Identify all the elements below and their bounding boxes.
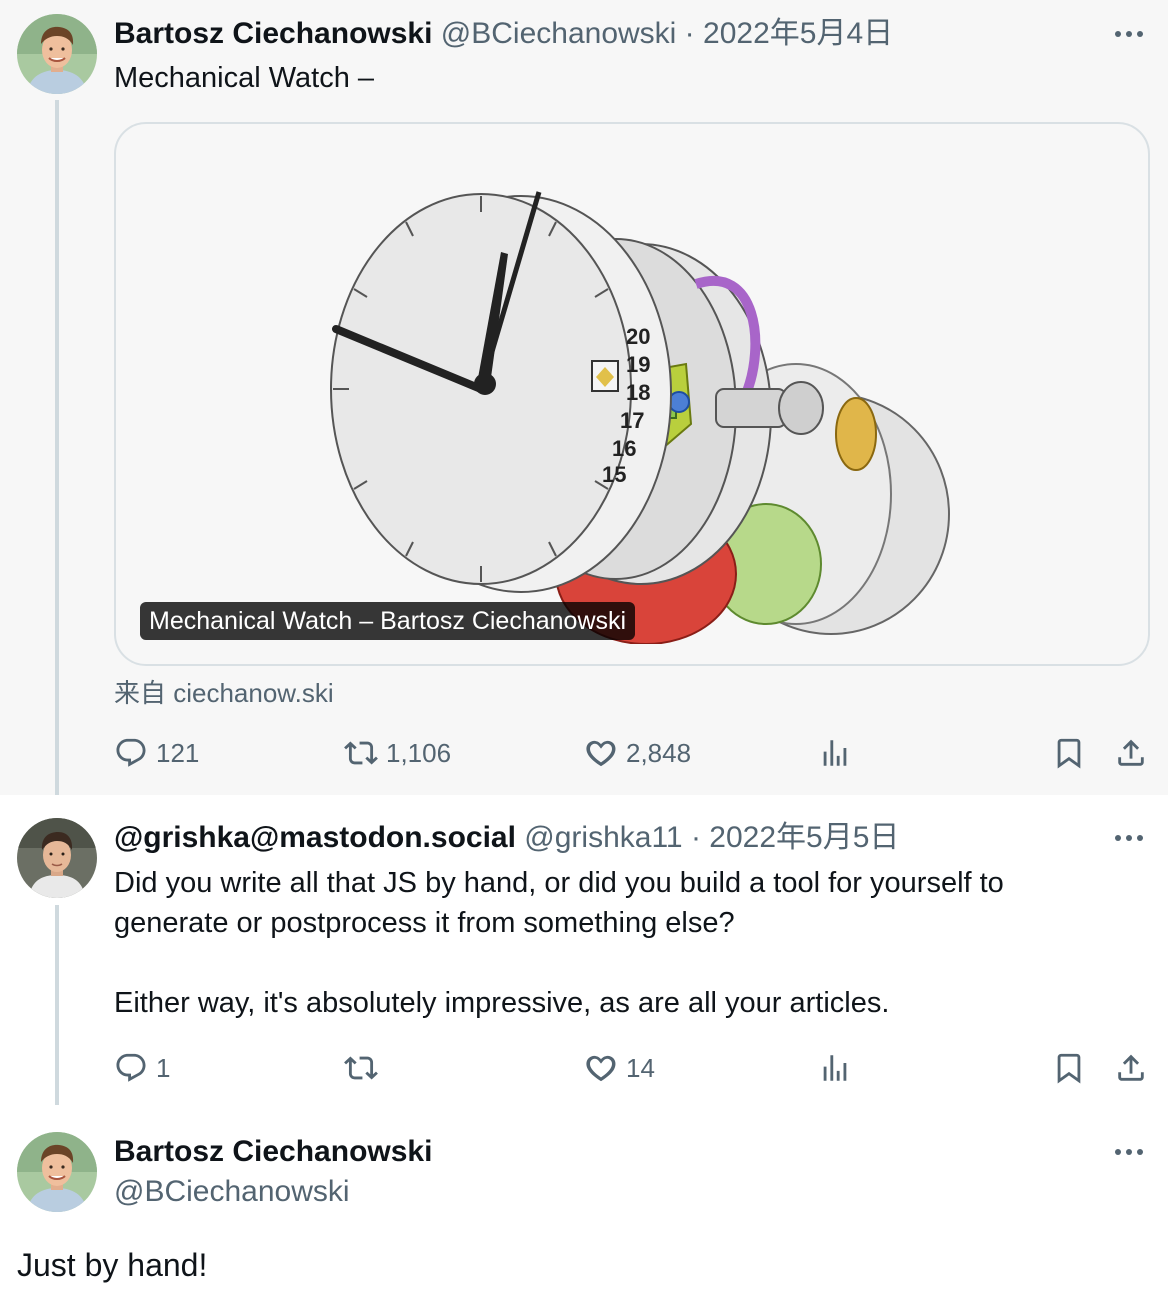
svg-text:15: 15 [602,462,626,487]
svg-text:20: 20 [626,324,650,349]
timestamp[interactable]: 2022年5月4日 [703,17,893,50]
reply-icon [114,736,148,770]
author-name-row: Bartosz Ciechanowski [114,1134,432,1170]
bookmark-icon [1052,736,1086,770]
link-card[interactable]: 20 19 18 17 16 15 Mechanical Watch – Bar… [114,122,1150,666]
views-button[interactable] [818,1048,852,1088]
focused-tweet: Bartosz Ciechanowski @BCiechanowski · 20… [0,0,1168,808]
author-handle-row: @BCiechanowski [114,1174,350,1210]
reply-button[interactable]: 1 [114,1048,170,1088]
tweet-header: @grishka@mastodon.social @grishka11 · 20… [114,820,899,856]
svg-text:19: 19 [626,352,650,377]
like-button[interactable]: 14 [584,1048,655,1088]
tweet-header: Bartosz Ciechanowski @BCiechanowski · 20… [114,16,893,52]
analytics-icon [818,736,852,770]
share-button[interactable] [1114,1048,1148,1088]
like-button[interactable]: 2,848 [584,733,691,773]
more-icon[interactable] [1112,24,1146,44]
timestamp[interactable]: 2022年5月5日 [709,821,899,854]
author-name[interactable]: @grishka@mastodon.social [114,821,516,854]
author-name[interactable]: Bartosz Ciechanowski [114,1135,432,1168]
bookmark-icon [1052,1051,1086,1085]
heart-icon [584,1051,618,1085]
avatar[interactable] [17,14,97,94]
like-count: 14 [626,1052,655,1083]
tweet-text: Did you write all that JS by hand, or di… [114,867,1004,1019]
separator: · [684,17,695,50]
avatar[interactable] [17,1132,97,1212]
more-icon[interactable] [1112,828,1146,848]
reply-button[interactable]: 121 [114,733,199,773]
author-name[interactable]: Bartosz Ciechanowski [114,17,432,50]
reply-tweet[interactable]: Bartosz Ciechanowski @BCiechanowski Just… [0,1105,1168,1308]
card-source[interactable]: 来自 ciechanow.ski [114,676,334,710]
watch-illustration: 20 19 18 17 16 15 [330,191,950,644]
retweet-icon [344,736,378,770]
tweet-text: Mechanical Watch – [114,62,375,94]
share-icon [1114,1051,1148,1085]
separator: · [690,821,701,854]
svg-text:16: 16 [612,436,636,461]
svg-text:18: 18 [626,380,650,405]
thread-line [55,100,59,808]
heart-icon [584,736,618,770]
thread-line [55,905,59,1115]
retweet-button[interactable]: 1,106 [344,733,451,773]
author-handle[interactable]: @BCiechanowski [441,17,677,50]
like-count: 2,848 [626,737,692,768]
tweet-text: Just by hand! [17,1247,208,1283]
retweet-icon [344,1051,378,1085]
reply-icon [114,1051,148,1085]
card-title: Mechanical Watch – Bartosz Ciechanowski [140,602,636,640]
action-bar: 121 1,106 2,848 [114,733,1154,773]
reply-count: 1 [156,1052,171,1083]
analytics-icon [818,1051,852,1085]
avatar[interactable] [17,818,97,898]
share-button[interactable] [1114,733,1148,773]
views-button[interactable] [818,733,852,773]
retweet-button[interactable] [344,1048,386,1088]
action-bar: 1 14 [114,1048,1154,1088]
more-icon[interactable] [1112,1142,1146,1162]
bookmark-button[interactable] [1052,1048,1086,1088]
reply-count: 121 [156,737,200,768]
author-handle[interactable]: @BCiechanowski [114,1175,350,1208]
share-icon [1114,736,1148,770]
author-handle[interactable]: @grishka11 [524,821,682,854]
reply-tweet[interactable]: @grishka@mastodon.social @grishka11 · 20… [0,795,1168,1115]
bookmark-button[interactable] [1052,733,1086,773]
svg-text:17: 17 [620,408,644,433]
retweet-count: 1,106 [386,737,452,768]
